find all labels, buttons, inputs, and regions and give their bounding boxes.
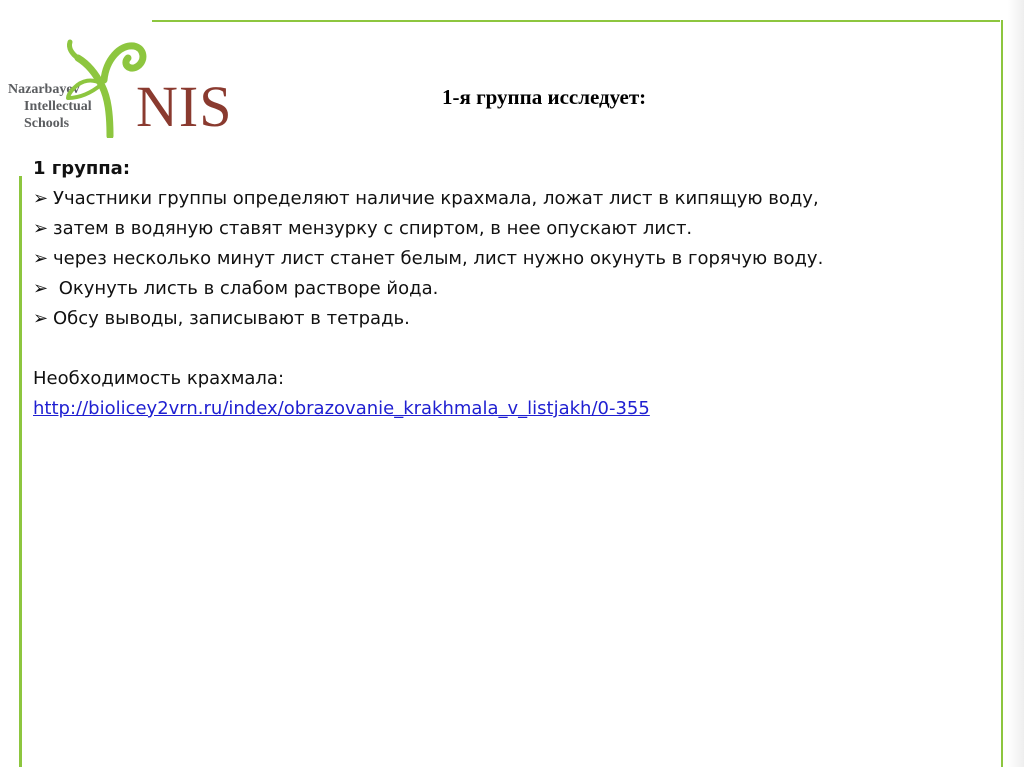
arrow-bullet-icon: ➢ — [33, 308, 49, 329]
list-item: ➢ Обсу выводы, записывают в тетрадь. — [33, 304, 983, 334]
reference-link[interactable]: http://biolicey2vrn.ru/index/obrazovanie… — [33, 398, 650, 419]
bullet-list: ➢ Участники группы определяют наличие кра… — [33, 184, 983, 334]
link-label: Необходимость крахмала: — [33, 368, 285, 389]
arrow-bullet-icon: ➢ — [33, 188, 49, 209]
list-item: ➢ Участники группы определяют наличие кра… — [33, 184, 983, 214]
list-item-text: затем в водяную ставят мензурку с спирто… — [53, 218, 693, 239]
list-item-text: Окунуть листь в слабом растворе йода. — [53, 278, 439, 299]
list-item: ➢ затем в водяную ставят мензурку с спирт… — [33, 214, 983, 244]
arrow-bullet-icon: ➢ — [33, 248, 49, 269]
logo-letters: NIS — [136, 74, 233, 139]
frame-top-line — [152, 20, 1000, 22]
nis-logo: Nazarbayev Intellectual Schools NIS — [8, 34, 232, 138]
list-item: ➢ Окунуть листь в слабом растворе йода. — [33, 274, 983, 304]
slide-title: 1-я группа исследует: — [442, 85, 647, 109]
slide: Nazarbayev Intellectual Schools NIS 1-я … — [0, 0, 1024, 767]
list-item-text: через несколько минут лист станет белым,… — [53, 248, 824, 269]
arrow-bullet-icon: ➢ — [33, 218, 49, 239]
arrow-bullet-icon: ➢ — [33, 278, 49, 299]
frame-left-line — [19, 176, 22, 767]
slide-edge-shadow — [1008, 0, 1024, 767]
frame-right-line — [1001, 20, 1003, 767]
list-item-text: Участники группы определяют наличие крах… — [53, 188, 819, 209]
group-heading: 1 группа: — [33, 158, 131, 179]
slide-content: 1 группа: ➢ Участники группы определяют н… — [33, 154, 983, 424]
list-item-text: Обсу выводы, записывают в тетрадь. — [53, 308, 410, 329]
list-item: ➢ через несколько минут лист станет белым… — [33, 244, 983, 274]
